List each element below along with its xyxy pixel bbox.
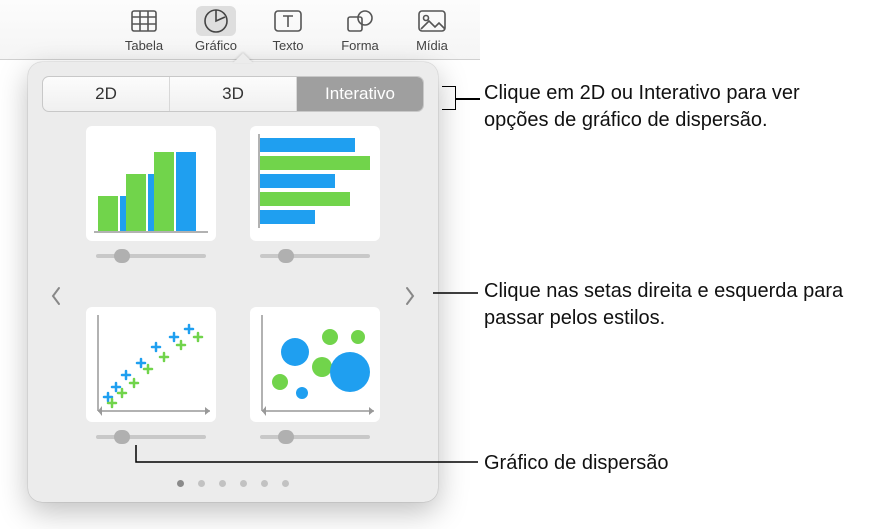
toolbar-item-midia[interactable]: Mídia [396, 0, 468, 60]
page-dot[interactable] [198, 480, 205, 487]
bracket-icon [442, 86, 456, 110]
slider-thumb [278, 249, 294, 263]
slider-thumb [278, 430, 294, 444]
chart-slider[interactable] [96, 432, 206, 442]
page-dot[interactable] [177, 480, 184, 487]
column-chart-icon [86, 126, 216, 241]
chart-slider[interactable] [260, 251, 370, 261]
toolbar-label: Forma [341, 38, 379, 53]
toolbar-item-grafico[interactable]: Gráfico [180, 0, 252, 60]
tab-label: Interativo [325, 84, 395, 104]
slider-track [260, 435, 370, 439]
chart-option-bar[interactable] [244, 126, 386, 285]
chart-slider[interactable] [260, 432, 370, 442]
scatter-chart-icon [86, 307, 216, 422]
bubble-chart-icon [250, 307, 380, 422]
table-icon [124, 6, 164, 36]
toolbar-label: Texto [272, 38, 303, 53]
chart-grid [42, 126, 424, 466]
slider-track [260, 254, 370, 258]
chart-icon [196, 6, 236, 36]
toolbar-item-texto[interactable]: Texto [252, 0, 324, 60]
bar-chart-icon [250, 126, 380, 241]
tab-label: 3D [222, 84, 244, 104]
next-style-arrow[interactable] [400, 281, 420, 311]
chart-type-segmented: 2D 3D Interativo [42, 76, 424, 112]
callout-scatter-label: Gráfico de dispersão [484, 450, 844, 477]
slider-track [96, 254, 206, 258]
page-dot[interactable] [219, 480, 226, 487]
callout-tabs-hint: Clique em 2D ou Interativo para ver opçõ… [484, 80, 844, 134]
toolbar-label: Gráfico [195, 38, 237, 53]
chart-option-scatter[interactable] [80, 307, 222, 466]
page-indicator [42, 480, 424, 487]
text-icon [268, 6, 308, 36]
page-dot[interactable] [282, 480, 289, 487]
chart-option-column[interactable] [80, 126, 222, 285]
tab-2d[interactable]: 2D [43, 77, 170, 111]
page-dot[interactable] [261, 480, 268, 487]
toolbar-item-tabela[interactable]: Tabela [108, 0, 180, 60]
tab-interativo[interactable]: Interativo [297, 77, 423, 111]
shape-icon [340, 6, 380, 36]
toolbar: Tabela Gráfico Texto Forma [0, 0, 480, 60]
page-dot[interactable] [240, 480, 247, 487]
tab-3d[interactable]: 3D [170, 77, 297, 111]
callout-arrows-hint: Clique nas setas direita e esquerda para… [484, 278, 844, 332]
chart-popover: 2D 3D Interativo [28, 62, 438, 502]
chart-slider[interactable] [96, 251, 206, 261]
chevron-left-icon [50, 286, 62, 306]
slider-thumb [114, 430, 130, 444]
media-icon [412, 6, 452, 36]
toolbar-item-forma[interactable]: Forma [324, 0, 396, 60]
chart-option-bubble[interactable] [244, 307, 386, 466]
slider-thumb [114, 249, 130, 263]
toolbar-label: Mídia [416, 38, 448, 53]
tab-label: 2D [95, 84, 117, 104]
slider-track [96, 435, 206, 439]
prev-style-arrow[interactable] [46, 281, 66, 311]
toolbar-label: Tabela [125, 38, 163, 53]
chevron-right-icon [404, 286, 416, 306]
